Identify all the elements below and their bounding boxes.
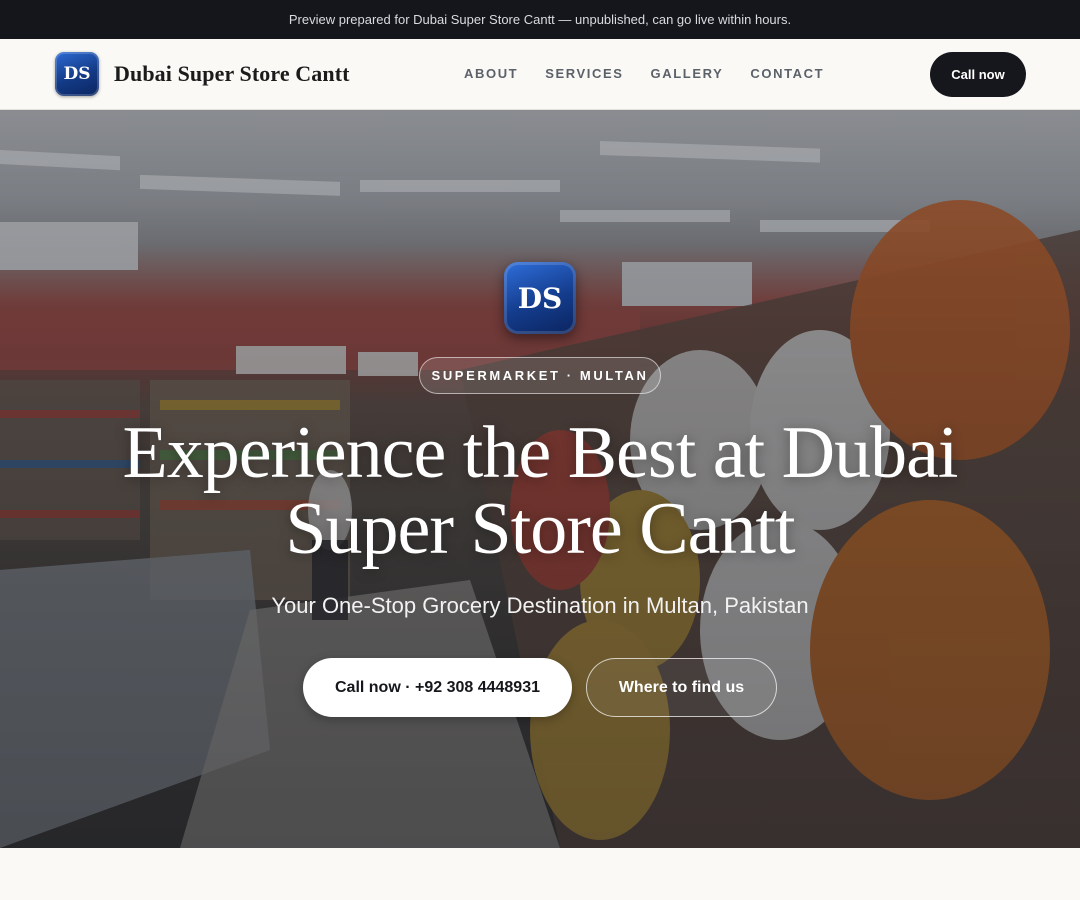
hero-category-tag: SUPERMARKET · MULTAN — [419, 357, 661, 394]
where-to-find-us-button[interactable]: Where to find us — [586, 658, 777, 717]
hero-category-tag-text: SUPERMARKET · MULTAN — [431, 368, 649, 383]
main-nav: ABOUT SERVICES GALLERY CONTACT — [464, 66, 851, 81]
preview-banner-text: Preview prepared for Dubai Super Store C… — [288, 12, 792, 27]
hero-logo-text: DS — [517, 281, 563, 315]
hero-call-button[interactable]: Call now · +92 308 4448931 — [303, 658, 572, 717]
hero-logo: DS — [504, 262, 576, 334]
logo-badge: DS — [55, 52, 99, 96]
brand[interactable]: DS Dubai Super Store Cantt — [55, 52, 350, 96]
hero-section: DS SUPERMARKET · MULTAN Experience the B… — [0, 110, 1080, 848]
nav-contact[interactable]: CONTACT — [750, 66, 824, 81]
site-header: DS Dubai Super Store Cantt ABOUT SERVICE… — [0, 39, 1080, 110]
preview-banner: Preview prepared for Dubai Super Store C… — [0, 0, 1080, 39]
nav-about[interactable]: ABOUT — [464, 66, 518, 81]
hero-subtitle: Your One-Stop Grocery Destination in Mul… — [271, 593, 809, 618]
logo-text: DS — [63, 64, 91, 84]
nav-services[interactable]: SERVICES — [545, 66, 623, 81]
hero-title: Experience the Best at Dubai Super Store… — [122, 412, 959, 570]
header-call-button[interactable]: Call now — [930, 52, 1026, 97]
brand-name: Dubai Super Store Cantt — [114, 61, 350, 86]
nav-gallery[interactable]: GALLERY — [651, 66, 724, 81]
next-section — [0, 848, 1080, 900]
